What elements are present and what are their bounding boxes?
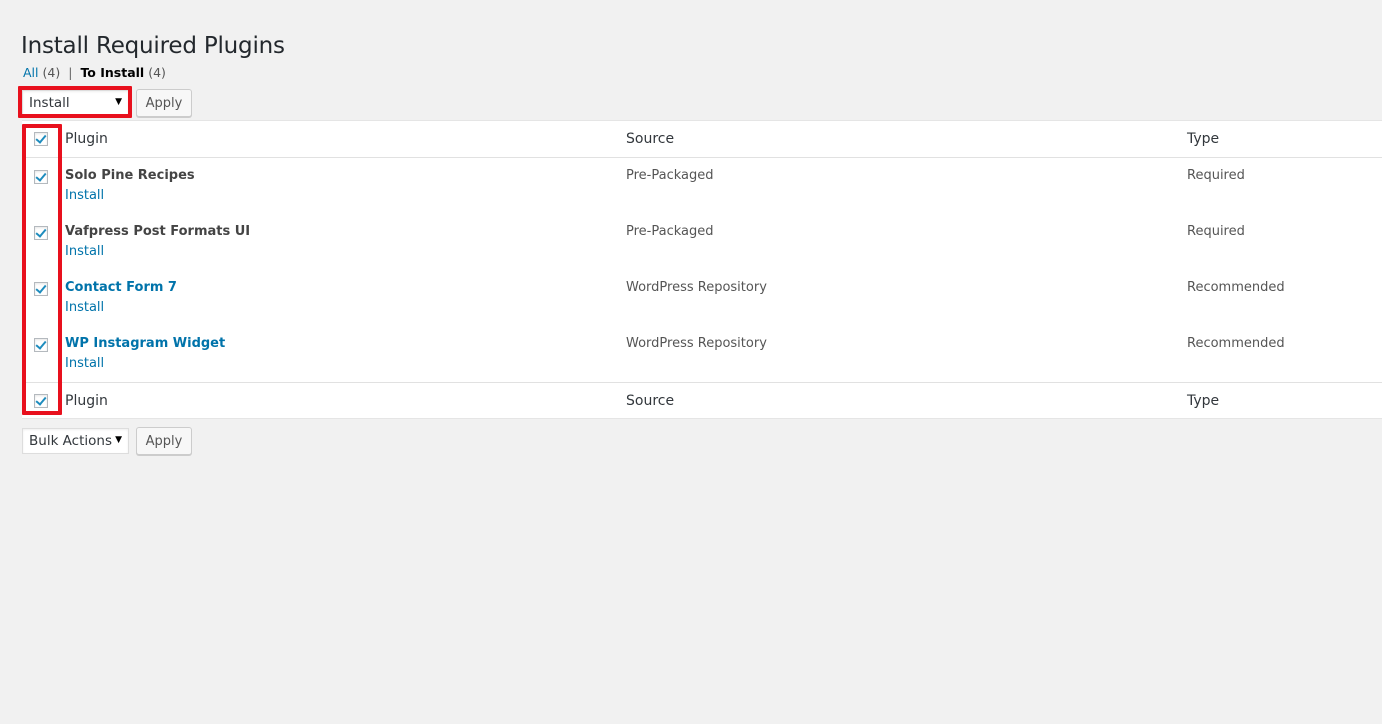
table-row: Vafpress Post Formats UI Install Pre-Pac…: [22, 214, 1382, 270]
plugin-name: Vafpress Post Formats UI: [65, 224, 251, 239]
table-row: Contact Form 7 Install WordPress Reposit…: [22, 270, 1382, 326]
column-footer-type[interactable]: Type: [1187, 393, 1219, 409]
plugin-name: Solo Pine Recipes: [65, 168, 195, 183]
filter-all-count: (4): [42, 65, 61, 80]
bulk-action-select-bottom[interactable]: Bulk Actions ▼: [22, 428, 129, 454]
column-header-type[interactable]: Type: [1187, 131, 1219, 147]
install-link[interactable]: Install: [65, 188, 195, 203]
status-filters: All (4) | To Install (4): [23, 65, 166, 80]
install-link[interactable]: Install: [65, 244, 250, 259]
filter-to-install-link[interactable]: To Install: [80, 65, 144, 80]
filter-to-install-count: (4): [148, 65, 166, 80]
plugin-type: Recommended: [1187, 336, 1285, 351]
filter-all-link[interactable]: All: [23, 65, 39, 80]
plugin-name-link[interactable]: Contact Form 7: [65, 280, 177, 295]
highlight-box-checkboxes: [22, 124, 62, 415]
column-footer-source[interactable]: Source: [626, 393, 674, 409]
column-footer-plugin[interactable]: Plugin: [65, 393, 108, 409]
chevron-down-icon: ▼: [115, 435, 122, 445]
page-title: Install Required Plugins: [21, 33, 285, 60]
table-row: Solo Pine Recipes Install Pre-Packaged R…: [22, 158, 1382, 214]
plugin-type: Required: [1187, 168, 1245, 183]
plugin-name-link[interactable]: WP Instagram Widget: [65, 336, 225, 351]
bulk-action-selected-bottom: Bulk Actions: [29, 433, 112, 449]
plugin-type: Recommended: [1187, 280, 1285, 295]
column-header-source[interactable]: Source: [626, 131, 674, 147]
apply-button-top[interactable]: Apply: [136, 89, 192, 117]
column-header-plugin[interactable]: Plugin: [65, 131, 108, 147]
table-row: WP Instagram Widget Install WordPress Re…: [22, 326, 1382, 382]
plugin-source: WordPress Repository: [626, 336, 767, 351]
plugin-source: Pre-Packaged: [626, 168, 714, 183]
filter-separator: |: [68, 65, 73, 80]
apply-button-bottom[interactable]: Apply: [136, 427, 192, 455]
plugin-source: Pre-Packaged: [626, 224, 714, 239]
install-link[interactable]: Install: [65, 356, 225, 371]
plugin-type: Required: [1187, 224, 1245, 239]
table-header-row: Plugin Source Type: [22, 121, 1382, 158]
plugin-source: WordPress Repository: [626, 280, 767, 295]
table-footer-row: Plugin Source Type: [22, 382, 1382, 418]
plugins-table: Plugin Source Type Solo Pine Recipes Ins…: [22, 120, 1382, 419]
highlight-box-select: [18, 86, 132, 118]
install-link[interactable]: Install: [65, 300, 177, 315]
